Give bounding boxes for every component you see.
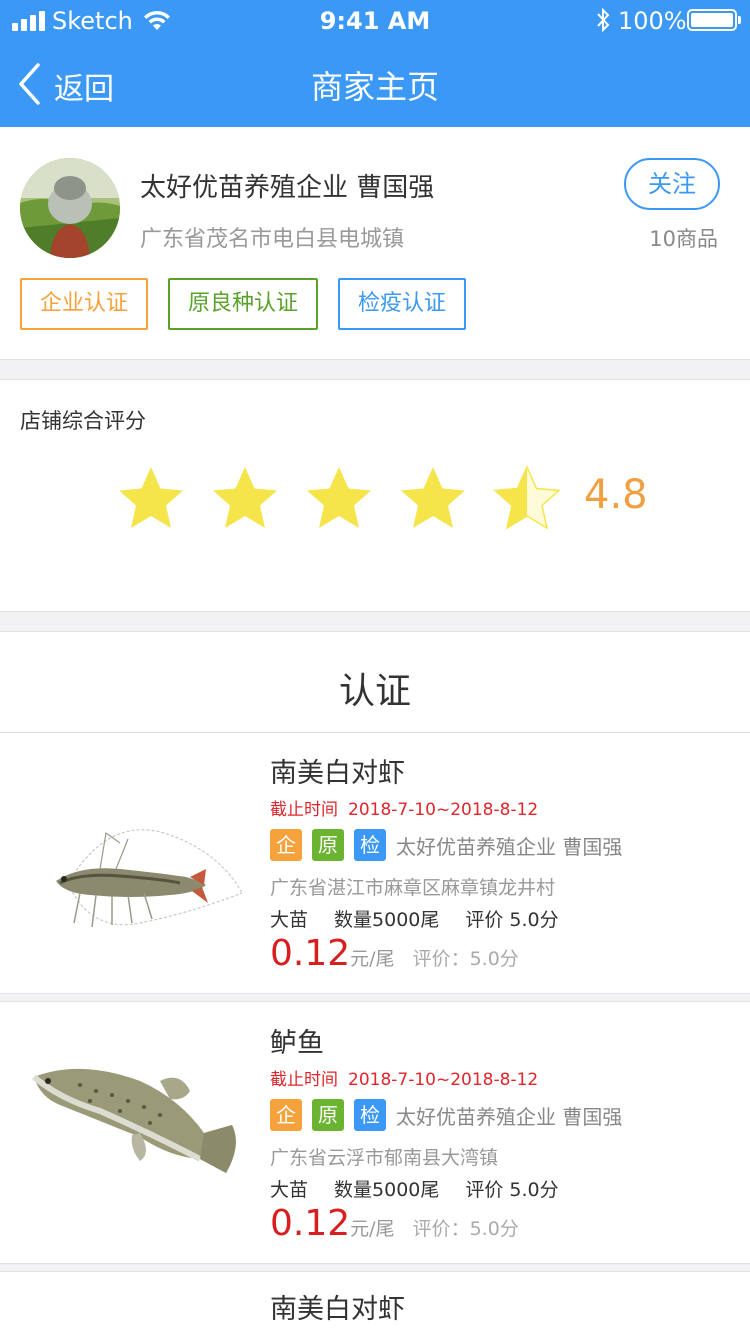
shop-rating-panel: 店铺综合评分 4.8 <box>0 379 750 612</box>
price-unit: 元/尾 <box>350 1218 395 1240</box>
certification-section: 认证 南美白对虾 截止时间 2018-7-10~2018-8-12 企 原 检 … <box>0 631 750 1334</box>
product-price: 0.12元/尾 评价：5.0分 <box>270 1203 519 1244</box>
price-value: 0.12 <box>270 1203 351 1244</box>
product-size: 大苗 <box>270 1179 309 1201</box>
product-score: 评价 5.0分 <box>465 1179 559 1201</box>
merchant-homepage: Sketch 9:41 AM 100% 返回 商家主页 太好优苗养殖企业 曹国强… <box>0 0 750 1334</box>
seed-cert-badge[interactable]: 原良种认证 <box>168 278 318 330</box>
enterprise-tag: 企 <box>270 1099 302 1131</box>
product-price: 0.12元/尾 评价：5.0分 <box>270 933 519 974</box>
deadline: 截止时间 2018-7-10~2018-8-12 <box>270 1065 548 1090</box>
product-address: 广东省云浮市郁南县大湾镇 <box>270 1147 499 1169</box>
product-specs: 大苗 数量5000尾 评价 5.0分 <box>270 1175 585 1202</box>
bass-fish-image <box>32 1068 236 1173</box>
price-rating: 评价：5.0分 <box>412 948 519 970</box>
price-unit: 元/尾 <box>350 948 395 970</box>
seed-tag: 原 <box>312 1099 344 1131</box>
star-half-icon <box>493 465 561 530</box>
goods-count[interactable]: 10商品 <box>600 223 718 253</box>
status-bar: Sketch 9:41 AM 100% <box>0 0 750 42</box>
bluetooth-icon <box>597 7 610 33</box>
deadline-range: 2018-7-10~2018-8-12 <box>348 1070 539 1090</box>
follow-button[interactable]: 关注 <box>624 158 720 210</box>
product-score: 评价 5.0分 <box>465 909 559 931</box>
enterprise-cert-badge[interactable]: 企业认证 <box>20 278 148 330</box>
avatar <box>20 158 120 258</box>
top-bar: Sketch 9:41 AM 100% 返回 商家主页 <box>0 0 750 127</box>
deadline-label: 截止时间 <box>270 1070 338 1090</box>
product-quantity: 数量5000尾 <box>334 1179 440 1201</box>
rating-label: 店铺综合评分 <box>20 409 146 433</box>
price-value: 0.12 <box>270 933 351 974</box>
item-divider <box>0 1263 750 1272</box>
battery-percent: 100% <box>618 7 687 35</box>
merchant-address: 广东省茂名市电白县电城镇 <box>140 227 405 252</box>
seller-name: 太好优苗养殖企业 曹国强 <box>396 1105 623 1129</box>
star-icon <box>401 467 465 528</box>
star-icon <box>307 467 371 528</box>
star-rating <box>117 465 567 531</box>
page-title: 商家主页 <box>310 68 439 106</box>
merchant-card: 太好优苗养殖企业 曹国强 广东省茂名市电白县电城镇 关注 10商品 企业认证 原… <box>0 127 750 360</box>
deadline-label: 截止时间 <box>270 800 338 820</box>
product-quantity: 数量5000尾 <box>334 909 440 931</box>
seed-tag: 原 <box>312 829 344 861</box>
product-name: 南美白对虾 <box>270 1294 405 1325</box>
quarantine-cert-badge[interactable]: 检疫认证 <box>338 278 466 330</box>
enterprise-tag: 企 <box>270 829 302 861</box>
price-rating: 评价：5.0分 <box>412 1218 519 1240</box>
battery-icon <box>687 9 741 31</box>
quarantine-tag: 检 <box>354 829 386 861</box>
rating-score: 4.8 <box>584 472 648 518</box>
deadline: 截止时间 2018-7-10~2018-8-12 <box>270 795 548 820</box>
product-address: 广东省湛江市麻章区麻章镇龙井村 <box>270 877 556 899</box>
shrimp-image <box>56 829 243 928</box>
seller-name: 太好优苗养殖企业 曹国强 <box>396 835 623 859</box>
list-item[interactable]: 南美白对虾 截止时间 2018-7-10~2018-8-12 企 原 检 太好优苗… <box>0 733 750 993</box>
product-name: 鲈鱼 <box>270 1028 324 1059</box>
list-item[interactable]: 南美白对虾 <box>0 1273 750 1334</box>
item-divider <box>0 993 750 1002</box>
star-icon <box>213 467 277 528</box>
product-name: 南美白对虾 <box>270 758 405 789</box>
section-title: 认证 <box>338 671 411 712</box>
quarantine-tag: 检 <box>354 1099 386 1131</box>
deadline-range: 2018-7-10~2018-8-12 <box>348 800 539 820</box>
product-size: 大苗 <box>270 909 309 931</box>
list-item[interactable]: 鲈鱼 截止时间 2018-7-10~2018-8-12 企 原 检 太好优苗养殖企… <box>0 1003 750 1263</box>
star-icon <box>119 467 183 528</box>
product-specs: 大苗 数量5000尾 评价 5.0分 <box>270 905 585 932</box>
merchant-name: 太好优苗养殖企业 曹国强 <box>140 173 435 203</box>
